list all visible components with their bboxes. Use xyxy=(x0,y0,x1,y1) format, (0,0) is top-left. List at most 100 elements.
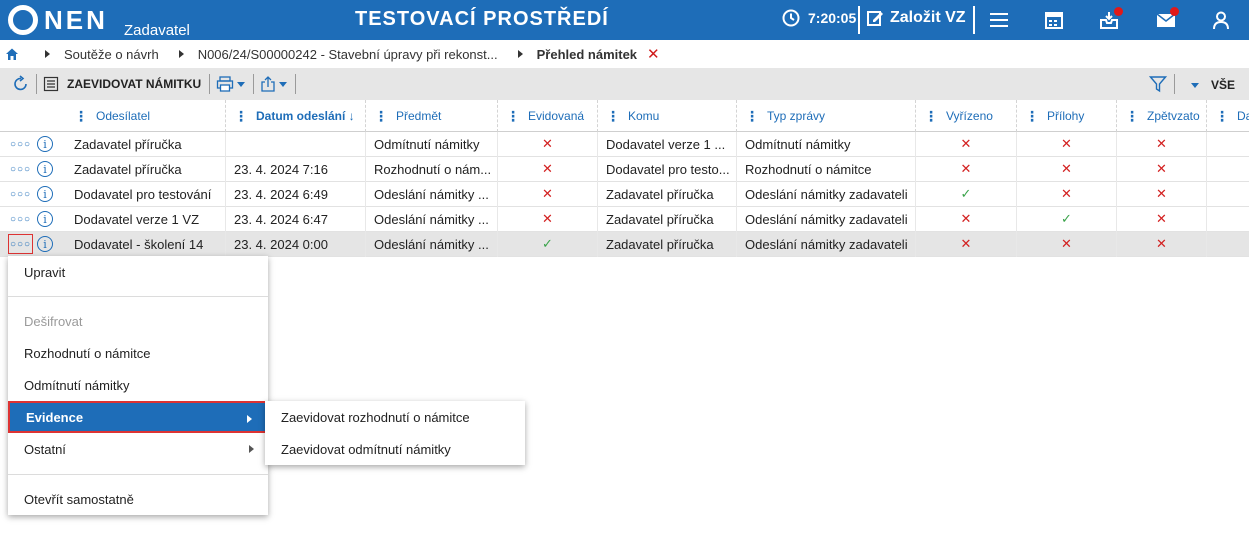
row-actions: ○○○ i xyxy=(0,207,66,232)
table-row[interactable]: ○○○ i Zadavatel příručka Odmítnutí námitky ✕… xyxy=(0,131,1249,157)
menu-item-open-standalone[interactable]: Otevřít samostatně xyxy=(8,483,268,515)
more-actions-icon[interactable]: ○○○ xyxy=(8,209,33,229)
column-menu-icon[interactable]: ⋮ xyxy=(506,108,520,125)
menu-divider xyxy=(8,474,268,475)
printer-icon xyxy=(217,76,234,92)
menu-item-other[interactable]: Ostatní xyxy=(8,433,268,465)
column-menu-icon[interactable]: ⋮ xyxy=(745,108,759,125)
table-row[interactable]: ○○○ i Zadavatel příručka 23. 4. 2024 7:16 Ro… xyxy=(0,156,1249,182)
column-header-date-extra[interactable]: ⋮Datu xyxy=(1207,100,1249,132)
info-icon[interactable]: i xyxy=(37,136,53,152)
more-actions-icon[interactable]: ○○○ xyxy=(8,184,33,204)
cross-icon: ✕ xyxy=(542,211,553,226)
table-row[interactable]: ○○○ i Dodavatel verze 1 VZ 23. 4. 2024 6:47… xyxy=(0,206,1249,232)
cell-subject: Odeslání námitky ... xyxy=(366,231,498,257)
filter-all-dropdown[interactable]: VŠE xyxy=(1188,78,1235,92)
table-row[interactable]: ○○○ i Dodavatel - školení 14 23. 4. 2024 0:… xyxy=(0,231,1249,257)
menu-item-decrypt: Dešifrovat xyxy=(24,313,83,329)
cell-message-type: Rozhodnutí o námitce xyxy=(737,156,916,182)
print-dropdown-button[interactable] xyxy=(216,76,246,92)
column-header-subject[interactable]: ⋮ Předmět xyxy=(366,100,498,132)
cell-attachments: ✕ xyxy=(1017,231,1117,257)
calendar-icon[interactable] xyxy=(1043,10,1065,30)
column-menu-icon[interactable]: ⋮ xyxy=(1025,108,1039,125)
column-header-attachments[interactable]: ⋮ Přílohy xyxy=(1017,100,1117,132)
chevron-down-icon xyxy=(279,81,288,87)
toolbar-divider xyxy=(1174,74,1175,94)
filter-all-label: VŠE xyxy=(1211,78,1236,92)
breadcrumb-item[interactable]: Soutěže o návrh xyxy=(64,47,159,62)
create-vz-button[interactable]: Založit VZ xyxy=(866,9,966,27)
column-menu-icon[interactable]: ⋮ xyxy=(234,108,248,125)
chevron-right-icon xyxy=(247,415,252,423)
table-row[interactable]: ○○○ i Dodavatel pro testování 23. 4. 2024 6… xyxy=(0,181,1249,207)
cell-extra xyxy=(1207,232,1249,257)
column-menu-icon[interactable]: ⋮ xyxy=(1215,108,1229,125)
cell-withdrawn: ✕ xyxy=(1117,231,1207,257)
home-icon[interactable] xyxy=(5,47,19,61)
close-tab-icon[interactable]: ✕ xyxy=(647,45,660,63)
column-header-sender[interactable]: ⋮ Odesílatel xyxy=(66,100,226,132)
row-actions: ○○○ i xyxy=(0,132,66,157)
refresh-icon[interactable] xyxy=(12,75,30,93)
menu-item-rejection[interactable]: Odmítnutí námitky xyxy=(8,369,268,401)
info-icon[interactable]: i xyxy=(37,186,53,202)
column-menu-icon[interactable]: ⋮ xyxy=(1125,108,1139,125)
cell-to: Dodavatel verze 1 ... xyxy=(598,131,737,157)
hamburger-menu-icon[interactable] xyxy=(988,10,1010,30)
info-icon[interactable]: i xyxy=(37,236,53,252)
inbox-notification-dot xyxy=(1114,7,1123,16)
more-actions-icon[interactable]: ○○○ xyxy=(8,234,33,254)
nen-logo[interactable]: NEN xyxy=(8,3,108,37)
menu-divider xyxy=(8,296,268,297)
column-header-withdrawn[interactable]: ⋮ Zpětvzato xyxy=(1117,100,1207,132)
export-icon xyxy=(261,76,275,92)
more-actions-icon[interactable]: ○○○ xyxy=(8,159,33,179)
cross-icon: ✕ xyxy=(960,136,972,151)
info-icon[interactable]: i xyxy=(37,211,53,227)
column-header-registered[interactable]: ⋮ Evidovaná xyxy=(498,100,598,132)
top-bar: NEN Zadavatel TESTOVACÍ PROSTŘEDÍ 7:20:0… xyxy=(0,0,1249,40)
objections-table: ⋮ Odesílatel ⋮ Datum odeslání ↓ ⋮ Předmět ⋮… xyxy=(0,100,1249,257)
check-icon: ✓ xyxy=(1061,211,1072,226)
menu-item-decision[interactable]: Rozhodnutí o námitce xyxy=(8,337,268,369)
breadcrumb-separator-icon xyxy=(178,50,184,58)
menu-item-edit[interactable]: Upravit xyxy=(8,256,268,288)
register-objection-label: ZAEVIDOVAT NÁMITKU xyxy=(67,77,202,91)
export-dropdown-button[interactable] xyxy=(260,76,288,92)
column-menu-icon[interactable]: ⋮ xyxy=(924,108,938,125)
toolbar: ZAEVIDOVAT NÁMITKU VŠE xyxy=(0,68,1249,100)
cross-icon: ✕ xyxy=(1156,161,1167,176)
info-icon[interactable]: i xyxy=(37,161,53,177)
submenu-item-register-rejection[interactable]: Zaevidovat odmítnutí námitky xyxy=(265,433,525,465)
toolbar-divider xyxy=(253,74,255,94)
session-timer: 7:20:05 xyxy=(782,9,856,27)
column-menu-icon[interactable]: ⋮ xyxy=(74,108,88,125)
cell-attachments: ✓ xyxy=(1017,206,1117,232)
list-icon xyxy=(43,76,59,92)
create-vz-label: Založit VZ xyxy=(890,9,966,26)
register-objection-button[interactable]: ZAEVIDOVAT NÁMITKU xyxy=(43,76,201,92)
cell-resolved: ✕ xyxy=(916,206,1017,232)
menu-item-evidence[interactable]: Evidence xyxy=(8,401,268,433)
toolbar-divider xyxy=(295,74,297,94)
submenu-item-register-decision[interactable]: Zaevidovat rozhodnutí o námitce xyxy=(265,401,525,433)
cell-sender: Zadavatel příručka xyxy=(66,131,226,157)
filter-icon[interactable] xyxy=(1149,75,1167,93)
cross-icon: ✕ xyxy=(1156,136,1167,151)
check-icon: ✓ xyxy=(542,236,553,251)
cell-subject: Odeslání námitky ... xyxy=(366,181,498,207)
column-header-message-type[interactable]: ⋮ Typ zprávy xyxy=(737,100,916,132)
user-icon[interactable] xyxy=(1210,10,1232,30)
cross-icon: ✕ xyxy=(1156,186,1167,201)
breadcrumb-item[interactable]: N006/24/S00000242 - Stavební úpravy při … xyxy=(198,47,498,62)
environment-title: TESTOVACÍ PROSTŘEDÍ xyxy=(355,8,609,30)
more-actions-icon[interactable]: ○○○ xyxy=(8,134,33,154)
menu-item-other-label: Ostatní xyxy=(24,441,66,457)
cross-icon: ✕ xyxy=(1061,236,1072,251)
column-header-resolved[interactable]: ⋮ Vyřízeno xyxy=(916,100,1017,132)
column-menu-icon[interactable]: ⋮ xyxy=(606,108,620,125)
column-menu-icon[interactable]: ⋮ xyxy=(374,108,388,125)
column-header-date[interactable]: ⋮ Datum odeslání ↓ xyxy=(226,100,366,132)
column-header-to[interactable]: ⋮ Komu xyxy=(598,100,737,132)
